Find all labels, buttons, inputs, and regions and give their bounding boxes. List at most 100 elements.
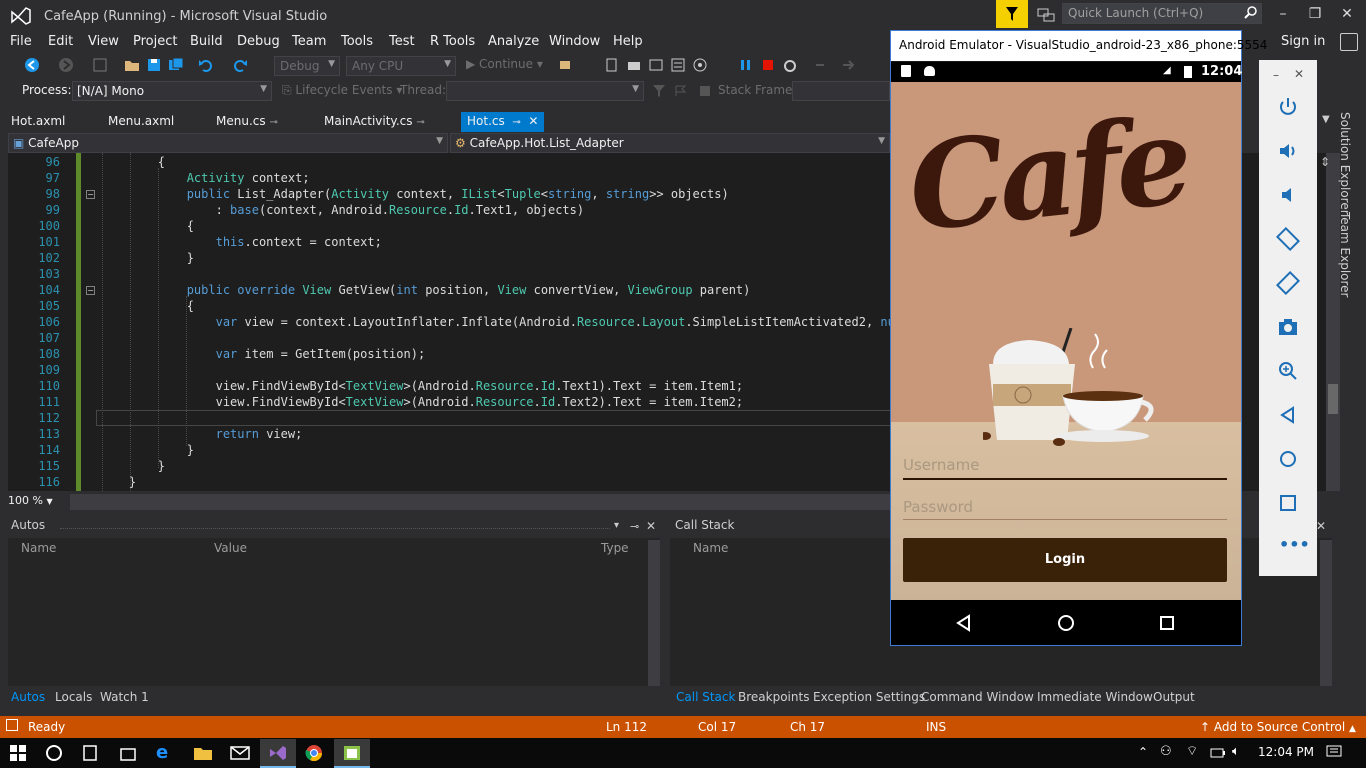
emulator-close-button[interactable]: ✕ [1294,67,1304,81]
panel-dropdown-icon[interactable]: ▾ [614,520,619,531]
solution-platform-select[interactable]: Any CPU ▼ [346,56,456,76]
scrollbar-thumb[interactable] [1328,384,1338,414]
redo-icon[interactable] [232,57,248,73]
solution-explorer-tab[interactable]: Solution Explorer [1338,112,1352,215]
cortana-icon[interactable] [45,744,63,762]
code-line[interactable]: Activity context; [100,171,310,185]
code-line[interactable]: view.FindViewById<TextView>(Android.Reso… [100,379,744,393]
minimize-button[interactable]: – [1274,6,1292,22]
step-into-icon[interactable] [840,57,856,73]
back-icon[interactable] [1276,403,1300,427]
code-line[interactable]: { [100,155,165,169]
lifecycle-events-button[interactable]: ⎘ Lifecycle Events ▾ [282,83,402,98]
code-line[interactable]: var view = context.LayoutInflater.Inflat… [100,315,924,329]
windows-start-icon[interactable] [10,745,26,761]
column-name[interactable]: Name [693,541,728,555]
store-icon[interactable] [119,744,137,762]
pin-icon[interactable]: ⊸ [630,520,639,533]
autos-grid[interactable] [8,538,660,686]
team-explorer-tab[interactable]: Team Explorer [1338,212,1352,298]
tab-call-stack[interactable]: Call Stack [676,690,735,704]
wifi-icon[interactable]: ⌔ [1186,743,1198,759]
tab-mainactivity-cs[interactable]: MainActivity.cs ⊸ [324,112,425,132]
volume-up-icon[interactable] [1276,139,1300,163]
project-select[interactable]: ▣ CafeApp ▼ [8,133,448,153]
chrome-icon[interactable] [305,744,323,762]
menu-window[interactable]: Window [549,34,600,49]
account-icon[interactable] [1340,33,1358,51]
login-button[interactable]: Login [903,538,1227,582]
list-icon[interactable] [670,57,686,73]
task-view-icon[interactable] [80,744,100,762]
android-recents-icon[interactable] [1159,615,1175,631]
edge-icon[interactable]: e [156,742,168,763]
menu-edit[interactable]: Edit [48,34,73,49]
tab-watch-1[interactable]: Watch 1 [100,690,149,704]
file-explorer-icon[interactable] [193,744,213,762]
continue-button[interactable]: ▶ Continue ▾ [466,57,543,71]
quick-launch-input[interactable]: Quick Launch (Ctrl+Q) [1062,3,1262,24]
autos-scrollbar[interactable] [648,540,660,686]
camera-icon[interactable] [626,57,642,73]
code-line[interactable]: { [100,299,194,313]
rotate-right-icon[interactable] [1276,271,1300,295]
menu-analyze[interactable]: Analyze [488,34,539,49]
menu-debug[interactable]: Debug [237,34,280,49]
tab-immediate-window[interactable]: Immediate Window [1037,690,1153,704]
show-next-statement-icon[interactable] [812,57,828,73]
code-line[interactable]: } [100,443,194,457]
menu-build[interactable]: Build [190,34,223,49]
menu-r-tools[interactable]: R Tools [430,34,475,49]
flag-threads-icon[interactable] [674,84,688,98]
more-options-icon[interactable]: ••• [1279,535,1310,554]
split-editor-icon[interactable]: ⇕ [1320,155,1330,169]
show-hidden-icons-icon[interactable]: ⌃ [1138,745,1148,759]
code-line[interactable]: var item = GetItem(position); [100,347,426,361]
tab-breakpoints[interactable]: Breakpoints [738,690,809,704]
people-icon[interactable]: ⚇ [1160,744,1172,759]
action-center-icon[interactable] [1326,745,1342,759]
code-line[interactable]: } [100,251,194,265]
menu-test[interactable]: Test [389,34,415,49]
code-line[interactable]: public List_Adapter(Activity context, IL… [100,187,729,201]
target-icon[interactable] [692,57,708,73]
zoom-icon[interactable] [1276,359,1300,383]
save-all-icon[interactable] [168,57,184,73]
menu-file[interactable]: File [10,34,32,49]
menu-team[interactable]: Team [292,34,326,49]
taskbar-android-emulator[interactable] [334,739,370,768]
pin-icon[interactable]: ⊸ [269,117,277,128]
call-stack-scrollbar[interactable] [1320,540,1332,686]
add-to-source-control-button[interactable]: ↑ Add to Source Control ▲ [1200,720,1356,734]
code-line[interactable]: } [100,475,136,489]
tab-locals[interactable]: Locals [55,690,92,704]
notifications-flag-icon[interactable] [996,0,1028,28]
password-input[interactable]: Password [903,498,973,516]
screenshot-camera-icon[interactable] [1276,315,1300,339]
home-icon[interactable] [1276,447,1300,471]
process-select[interactable]: [N/A] Mono ▼ [72,81,272,101]
thread-select[interactable]: ▼ [446,81,644,101]
search-icon[interactable] [1244,5,1258,19]
forward-icon[interactable] [58,57,74,73]
code-line[interactable]: { [100,219,194,233]
username-input[interactable]: Username [903,456,979,474]
stack-frame-icon[interactable] [698,84,712,98]
menu-view[interactable]: View [88,34,119,49]
code-line[interactable]: this.context = context; [100,235,382,249]
solution-configuration-select[interactable]: Debug ▼ [274,56,340,76]
rotate-left-icon[interactable] [1276,227,1300,251]
power-icon[interactable] [1276,95,1300,119]
collapse-toggle-icon[interactable]: − [86,286,95,295]
zoom-select[interactable]: 100 % ▼ [8,494,66,510]
new-project-icon[interactable] [92,57,108,73]
pause-icon[interactable] [738,57,754,73]
pin-icon[interactable]: ⊸ [512,117,520,128]
filter-icon[interactable] [652,84,666,98]
code-line[interactable]: public override View GetView(int positio… [100,283,751,297]
battery-icon[interactable] [1210,747,1226,759]
step-icon[interactable] [604,57,620,73]
stack-frame-select[interactable] [792,81,890,101]
tab-hot-cs[interactable]: Hot.cs ⊸ ✕ [461,112,545,132]
overview-icon[interactable] [1276,491,1300,515]
